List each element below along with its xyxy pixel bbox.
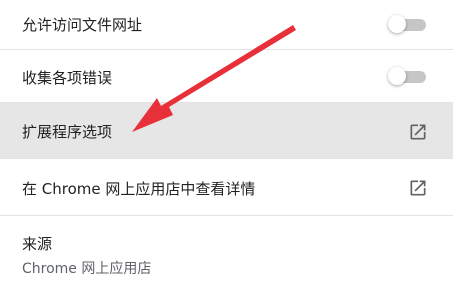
view-in-store-row[interactable]: 在 Chrome 网上应用店中查看详情: [0, 159, 453, 216]
source-label: 来源: [22, 235, 53, 253]
extension-options-row[interactable]: 扩展程序选项: [0, 103, 453, 159]
collect-errors-label: 收集各项错误: [22, 69, 113, 87]
view-in-store-label: 在 Chrome 网上应用店中查看详情: [22, 180, 256, 198]
extension-details-page: 允许访问文件网址 收集各项错误 扩展程序选项 在 Chrome 网上应用店中查看…: [0, 0, 453, 291]
collect-errors-toggle[interactable]: [388, 67, 426, 87]
extension-options-label: 扩展程序选项: [22, 123, 113, 141]
toggle-thumb: [388, 67, 406, 85]
open-in-new-icon[interactable]: [408, 122, 428, 142]
allow-file-urls-row[interactable]: 允许访问文件网址: [0, 0, 453, 50]
source-row: 来源 Chrome 网上应用店: [0, 216, 453, 291]
source-value: Chrome 网上应用店: [22, 261, 152, 277]
allow-file-urls-toggle[interactable]: [388, 15, 426, 35]
toggle-thumb: [388, 15, 406, 33]
allow-file-urls-label: 允许访问文件网址: [22, 16, 143, 34]
open-in-new-icon[interactable]: [408, 178, 428, 198]
collect-errors-row[interactable]: 收集各项错误: [0, 50, 453, 103]
